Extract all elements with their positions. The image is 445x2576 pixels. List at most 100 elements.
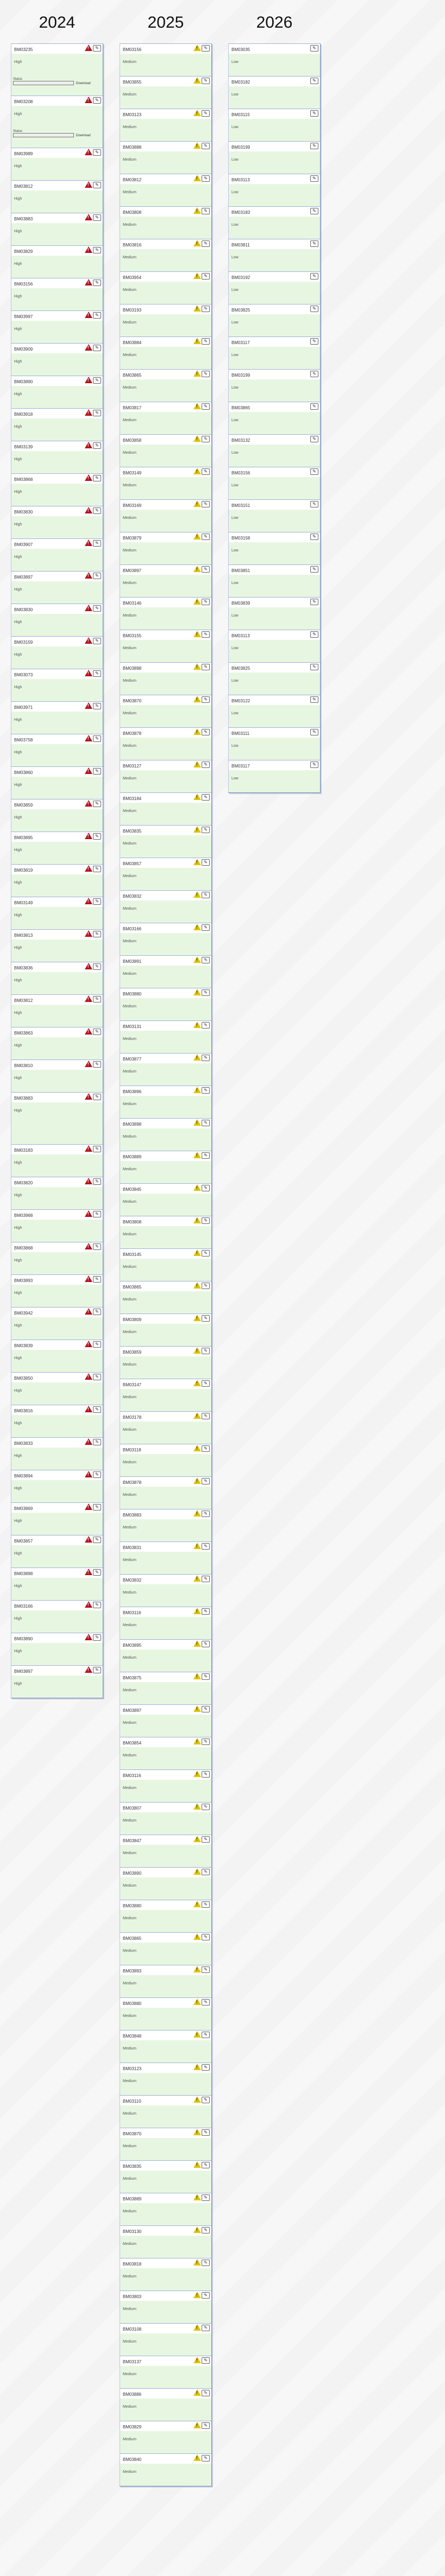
- edit-icon[interactable]: ✎: [202, 2097, 210, 2103]
- edit-icon[interactable]: ✎: [93, 1309, 101, 1315]
- risk-card[interactable]: BM03810 High ✎: [11, 1059, 103, 1092]
- edit-icon[interactable]: ✎: [202, 2455, 210, 2461]
- edit-icon[interactable]: ✎: [93, 1276, 101, 1283]
- edit-icon[interactable]: ✎: [93, 1341, 101, 1348]
- risk-card[interactable]: BM03893 Medium ✎: [120, 1965, 211, 1997]
- risk-card[interactable]: BM03869 High ✎: [11, 1502, 103, 1535]
- risk-card[interactable]: BM03816 Medium ✎: [120, 239, 211, 271]
- risk-card[interactable]: BM03890 High ✎: [11, 1633, 103, 1665]
- risk-card[interactable]: BM03890 High ✎: [11, 376, 103, 408]
- edit-icon[interactable]: ✎: [202, 2162, 210, 2168]
- edit-icon[interactable]: ✎: [93, 442, 101, 449]
- risk-card[interactable]: BM03117 Low ✎: [228, 760, 320, 792]
- edit-icon[interactable]: ✎: [93, 735, 101, 742]
- edit-icon[interactable]: ✎: [202, 989, 210, 996]
- edit-icon[interactable]: ✎: [202, 566, 210, 573]
- edit-icon[interactable]: ✎: [202, 631, 210, 638]
- edit-icon[interactable]: ✎: [310, 143, 318, 149]
- edit-icon[interactable]: ✎: [93, 670, 101, 677]
- risk-card[interactable]: BM03118 Medium ✎: [120, 1444, 211, 1476]
- edit-icon[interactable]: ✎: [310, 273, 318, 280]
- edit-icon[interactable]: ✎: [202, 208, 210, 214]
- edit-icon[interactable]: ✎: [93, 1211, 101, 1217]
- edit-icon[interactable]: ✎: [93, 1061, 101, 1068]
- risk-card[interactable]: BM03803 Medium ✎: [120, 2291, 211, 2323]
- edit-icon[interactable]: ✎: [202, 1185, 210, 1191]
- risk-card[interactable]: BM03182 Low ✎: [228, 76, 320, 109]
- risk-card[interactable]: BM03166 High ✎: [11, 1600, 103, 1633]
- edit-icon[interactable]: ✎: [202, 827, 210, 833]
- edit-icon[interactable]: ✎: [93, 833, 101, 840]
- edit-icon[interactable]: ✎: [93, 1178, 101, 1185]
- risk-card[interactable]: BM03855 Medium ✎: [120, 76, 211, 109]
- edit-icon[interactable]: ✎: [310, 436, 318, 442]
- edit-icon[interactable]: ✎: [202, 2422, 210, 2429]
- edit-icon[interactable]: ✎: [202, 1120, 210, 1126]
- edit-icon[interactable]: ✎: [202, 1836, 210, 1843]
- risk-card[interactable]: BM03840 Medium ✎: [120, 2453, 211, 2486]
- edit-icon[interactable]: ✎: [202, 1966, 210, 1973]
- risk-card[interactable]: BM03116 Medium ✎: [120, 1769, 211, 1802]
- risk-card[interactable]: BM03235 High ✎ StatusDownload: [11, 43, 103, 96]
- edit-icon[interactable]: ✎: [310, 762, 318, 768]
- edit-icon[interactable]: ✎: [93, 1029, 101, 1035]
- edit-icon[interactable]: ✎: [93, 768, 101, 775]
- risk-card[interactable]: BM03845 Medium ✎: [120, 1183, 211, 1216]
- risk-card[interactable]: BM03880 Medium ✎: [120, 1900, 211, 1932]
- edit-icon[interactable]: ✎: [202, 1641, 210, 1647]
- edit-icon[interactable]: ✎: [93, 1374, 101, 1380]
- edit-icon[interactable]: ✎: [93, 475, 101, 481]
- edit-icon[interactable]: ✎: [202, 1283, 210, 1289]
- edit-icon[interactable]: ✎: [202, 794, 210, 801]
- risk-card[interactable]: BM03865 Medium ✎: [120, 369, 211, 402]
- edit-icon[interactable]: ✎: [202, 2032, 210, 2038]
- risk-card[interactable]: BM03110 Medium ✎: [120, 2095, 211, 2128]
- edit-icon[interactable]: ✎: [93, 573, 101, 579]
- edit-icon[interactable]: ✎: [93, 1471, 101, 1478]
- risk-card[interactable]: BM03898 Medium ✎: [120, 662, 211, 695]
- risk-card[interactable]: BM03158 Low ✎: [228, 532, 320, 564]
- risk-card[interactable]: BM03878 Medium ✎: [120, 727, 211, 760]
- edit-icon[interactable]: ✎: [202, 1217, 210, 1224]
- edit-icon[interactable]: ✎: [93, 1439, 101, 1445]
- risk-card[interactable]: BM03883 High ✎: [11, 213, 103, 245]
- edit-icon[interactable]: ✎: [93, 247, 101, 253]
- edit-icon[interactable]: ✎: [93, 996, 101, 1003]
- edit-icon[interactable]: ✎: [202, 534, 210, 540]
- risk-card[interactable]: BM03847 Medium ✎: [120, 1835, 211, 1867]
- risk-card[interactable]: BM03813 High ✎: [11, 929, 103, 962]
- risk-card[interactable]: BM03159 High ✎: [11, 636, 103, 669]
- edit-icon[interactable]: ✎: [202, 1250, 210, 1257]
- edit-icon[interactable]: ✎: [202, 2064, 210, 2071]
- risk-card[interactable]: BM03989 High ✎: [11, 148, 103, 180]
- edit-icon[interactable]: ✎: [93, 1406, 101, 1413]
- edit-icon[interactable]: ✎: [310, 78, 318, 84]
- risk-card[interactable]: BM03825 Low ✎: [228, 304, 320, 337]
- risk-card[interactable]: BM03971 High ✎: [11, 701, 103, 734]
- edit-icon[interactable]: ✎: [93, 1094, 101, 1100]
- edit-icon[interactable]: ✎: [202, 45, 210, 52]
- risk-card[interactable]: BM03812 High ✎: [11, 994, 103, 1027]
- risk-card[interactable]: BM03897 High ✎: [11, 571, 103, 604]
- risk-card[interactable]: BM03156 Medium ✎: [120, 43, 211, 76]
- risk-card[interactable]: BM03868 High ✎: [11, 1242, 103, 1274]
- risk-card[interactable]: BM03113 Low ✎: [228, 174, 320, 206]
- risk-card[interactable]: BM03860 High ✎: [11, 766, 103, 799]
- risk-card[interactable]: BM03808 Medium ✎: [120, 206, 211, 239]
- edit-icon[interactable]: ✎: [202, 1576, 210, 1582]
- edit-icon[interactable]: ✎: [93, 1243, 101, 1250]
- risk-card[interactable]: BM03859 High ✎: [11, 799, 103, 832]
- edit-icon[interactable]: ✎: [93, 931, 101, 937]
- risk-card[interactable]: BM03149 High ✎: [11, 897, 103, 929]
- risk-card[interactable]: BM03122 Low ✎: [228, 695, 320, 727]
- risk-card[interactable]: BM03865 Low ✎: [228, 402, 320, 434]
- risk-card[interactable]: BM03178 Medium ✎: [120, 1411, 211, 1444]
- risk-card[interactable]: BM03073 High ✎: [11, 669, 103, 701]
- risk-card[interactable]: BM03833 High ✎: [11, 1437, 103, 1470]
- edit-icon[interactable]: ✎: [202, 1771, 210, 1778]
- download-button[interactable]: Download: [76, 82, 91, 85]
- risk-card[interactable]: BM03889 Medium ✎: [120, 2193, 211, 2225]
- risk-card[interactable]: BM03115 Low ✎: [228, 109, 320, 141]
- edit-icon[interactable]: ✎: [202, 2325, 210, 2331]
- risk-card[interactable]: BM03139 High ✎: [11, 441, 103, 473]
